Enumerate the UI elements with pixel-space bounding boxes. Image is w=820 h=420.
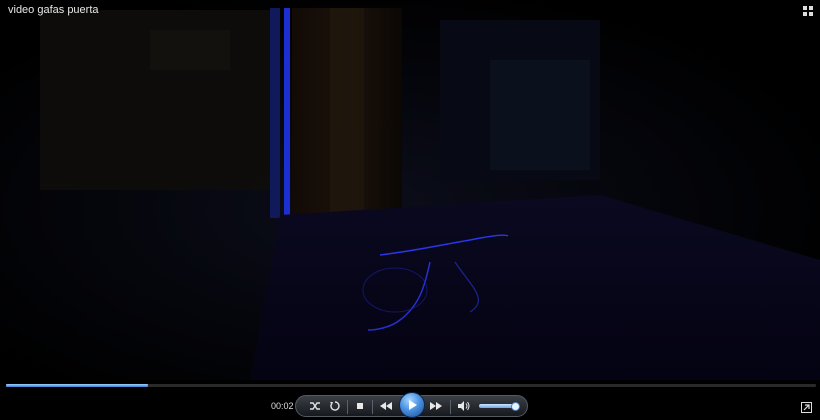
mute-button[interactable] [454,396,474,416]
shuffle-icon [310,402,320,410]
play-icon [409,400,417,410]
seek-progress [6,384,148,387]
repeat-button[interactable] [325,396,345,416]
stop-icon [357,403,363,409]
shuffle-button[interactable] [305,396,325,416]
stop-button[interactable] [350,396,370,416]
switch-to-library-icon[interactable] [802,4,814,16]
window-title: video gafas puerta [8,4,99,16]
next-button[interactable] [426,396,446,416]
video-area[interactable] [0,0,820,380]
current-time: 00:02 [271,401,294,411]
next-icon [430,402,442,410]
previous-button[interactable] [376,396,396,416]
switch-to-mini-player-icon[interactable] [801,400,812,413]
repeat-icon [330,401,340,411]
media-player-window: video gafas puerta 00:02 [0,0,820,420]
video-frame [0,0,820,380]
separator [347,400,348,414]
separator [450,400,451,414]
volume-thumb[interactable] [511,402,520,411]
separator [372,400,373,414]
speaker-icon [458,401,470,411]
previous-icon [380,402,392,410]
play-button[interactable] [399,392,425,418]
seek-bar[interactable] [6,384,816,387]
